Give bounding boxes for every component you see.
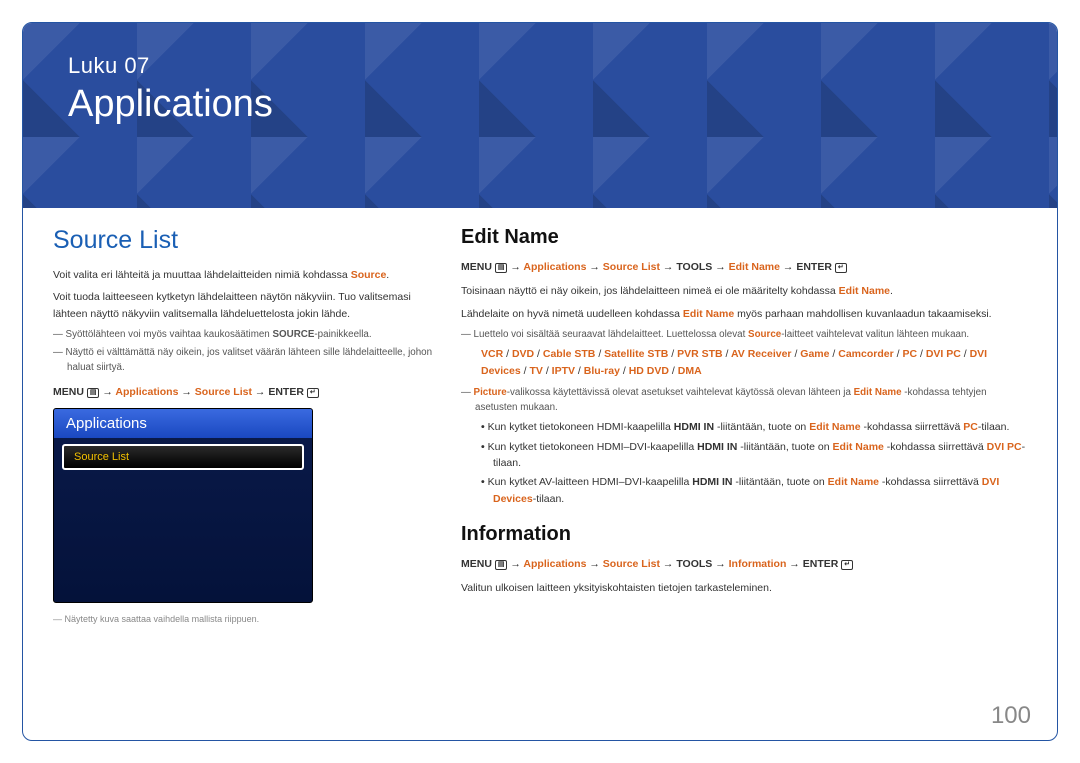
enter-icon: ↵	[835, 263, 847, 273]
information-heading: Information	[461, 523, 1027, 546]
content-area: Source List Voit valita eri lähteitä ja …	[23, 208, 1057, 633]
menu-icon: ▤	[87, 388, 100, 398]
menu-icon: ▤	[495, 560, 508, 570]
chapter-label: Luku 07	[68, 53, 1012, 79]
edit-name-section: Edit Name MENU ▤ → Applications → Source…	[461, 226, 1027, 507]
menu-path-left: MENU ▤ → Applications → Source List → EN…	[53, 384, 433, 400]
menu-icon: ▤	[495, 263, 508, 273]
enter-icon: ↵	[307, 388, 319, 398]
edit-p2: Lähdelaite on hyvä nimetä uudelleen kohd…	[461, 306, 1027, 322]
page-frame: Luku 07 Applications Source List Voit va…	[22, 22, 1058, 741]
enter-icon: ↵	[841, 560, 853, 570]
source-list-p1: Voit valita eri lähteitä ja muuttaa lähd…	[53, 267, 433, 283]
note-source-list: Luettelo voi sisältää seuraavat lähdelai…	[461, 328, 1027, 343]
screen-title: Applications	[54, 409, 312, 438]
edit-name-heading: Edit Name	[461, 226, 1027, 249]
bullet-hdmi-pc: Kun kytket tietokoneen HDMI-kaapelilla H…	[481, 419, 1027, 435]
source-list-heading: Source List	[53, 226, 433, 255]
edit-p1: Toisinaan näyttö ei näy oikein, jos lähd…	[461, 283, 1027, 299]
note-wrong-source: Näyttö ei välttämättä näy oikein, jos va…	[53, 346, 433, 375]
edit-bullets: Kun kytket tietokoneen HDMI-kaapelilla H…	[481, 419, 1027, 506]
chapter-banner: Luku 07 Applications	[23, 23, 1057, 208]
menu-path-edit: MENU ▤ → Applications → Source List → TO…	[461, 259, 1027, 275]
source-list-p2: Voit tuoda laitteeseen kytketyn lähdelai…	[53, 289, 433, 322]
source-devices-list: VCR / DVD / Cable STB / Satellite STB / …	[481, 346, 1027, 380]
right-column: Edit Name MENU ▤ → Applications → Source…	[461, 226, 1027, 633]
menu-path-info: MENU ▤ → Applications → Source List → TO…	[461, 556, 1027, 572]
bullet-hdmi-dvi-devices: Kun kytket AV-laitteen HDMI–DVI-kaapelil…	[481, 474, 1027, 507]
left-column: Source List Voit valita eri lähteitä ja …	[53, 226, 433, 633]
information-p1: Valitun ulkoisen laitteen yksityiskohtai…	[461, 580, 1027, 596]
screen-item-source-list: Source List	[62, 444, 304, 470]
image-vary-note: Näytetty kuva saattaa vaihdella mallista…	[53, 613, 433, 627]
tv-screen-mock: Applications Source List	[53, 408, 313, 603]
bullet-hdmi-dvi-pc: Kun kytket tietokoneen HDMI–DVI-kaapelil…	[481, 439, 1027, 472]
note-picture: Picture-valikossa käytettävissä olevat a…	[461, 386, 1027, 415]
page-number: 100	[991, 702, 1031, 730]
information-section: Information MENU ▤ → Applications → Sour…	[461, 523, 1027, 597]
note-source-button: Syöttölähteen voi myös vaihtaa kaukosäät…	[53, 328, 433, 343]
chapter-title: Applications	[68, 83, 1012, 126]
